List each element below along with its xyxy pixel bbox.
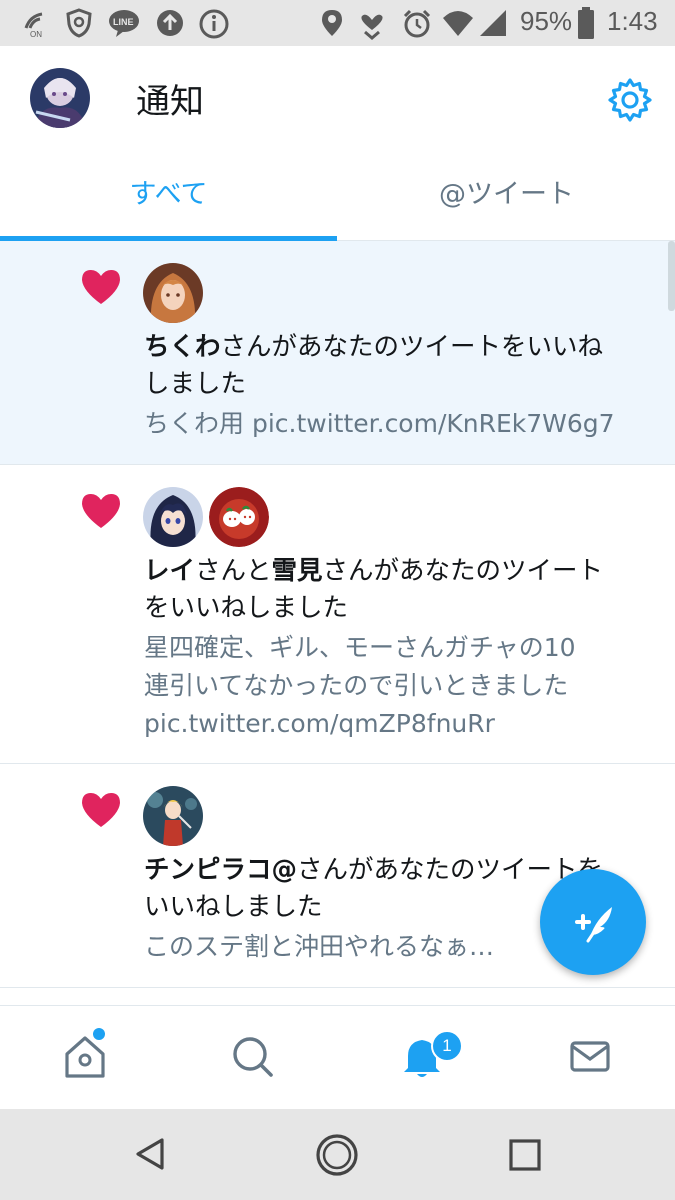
alarm-icon: [403, 9, 431, 38]
notification-text: ちくわさんがあなたのツイートをいいね しました: [144, 332, 604, 399]
avatar[interactable]: [143, 786, 203, 846]
scrollbar[interactable]: [668, 241, 675, 311]
svg-text:ON: ON: [30, 30, 42, 38]
avatar[interactable]: [143, 487, 203, 547]
back-icon[interactable]: [130, 1134, 170, 1174]
actor-name[interactable]: ちくわ: [144, 332, 221, 362]
actor-name[interactable]: レイ: [144, 556, 195, 586]
compose-feather-icon: [575, 907, 612, 943]
avatar[interactable]: [209, 487, 269, 547]
notification-text: レイさんと雪見さんがあなたのツイート をいいねしました: [144, 556, 604, 623]
upload-icon: [157, 10, 183, 36]
notification-item[interactable]: ちくわさんがあなたのツイートをいいね しました ちくわ用 pic.twitter…: [0, 241, 675, 465]
notification-badge: 1: [431, 1030, 463, 1062]
tab-all[interactable]: すべて: [0, 152, 337, 240]
battery-level: 95%: [520, 6, 573, 36]
notification-item[interactable]: レイさんと雪見さんがあなたのツイート をいいねしました 星四確定、ギル、モーさん…: [0, 465, 675, 764]
signal-bars-icon: [480, 10, 506, 36]
app-header: 通知: [0, 46, 675, 152]
profile-avatar[interactable]: [30, 68, 90, 128]
tab-mentions[interactable]: @ツイート: [338, 152, 675, 240]
tab-bar: すべて @ツイート: [0, 152, 675, 241]
line-icon: LINE: [109, 10, 139, 37]
info-icon: [199, 9, 229, 39]
home-new-dot: [93, 1028, 105, 1040]
messages-icon[interactable]: [560, 1026, 620, 1086]
home-circle-icon[interactable]: [315, 1133, 359, 1177]
battery-icon: [578, 7, 594, 39]
search-icon[interactable]: [222, 1026, 282, 1086]
bottom-navigation: 1: [0, 1005, 675, 1110]
recents-icon[interactable]: [507, 1137, 543, 1173]
heart-hand-icon: [361, 14, 383, 40]
heart-icon: [82, 494, 120, 528]
home-icon[interactable]: [55, 1026, 115, 1086]
heart-icon: [82, 270, 120, 304]
actor-name[interactable]: チンピラコ@: [144, 855, 297, 885]
system-navigation-bar: [0, 1109, 675, 1200]
tweet-preview: 星四確定、ギル、モーさんガチャの10 連引いてなかったので引いときました pic…: [144, 633, 576, 738]
wifi-call-icon: ON: [24, 12, 43, 38]
signal-icon: [443, 11, 473, 36]
page-title: 通知: [136, 82, 204, 122]
shield-icon: [66, 8, 92, 38]
heart-icon: [82, 793, 120, 827]
compose-tweet-button[interactable]: [540, 869, 646, 975]
actor-name[interactable]: 雪見: [272, 556, 323, 586]
gear-icon[interactable]: [607, 77, 653, 123]
svg-text:LINE: LINE: [113, 17, 134, 27]
avatar[interactable]: [143, 263, 203, 323]
tweet-preview: ちくわ用 pic.twitter.com/KnREk7W6g7: [144, 409, 615, 438]
clock: 1:43: [607, 6, 658, 36]
status-bar: ON LINE 95% 1:43: [0, 0, 675, 46]
location-icon: [322, 10, 342, 36]
